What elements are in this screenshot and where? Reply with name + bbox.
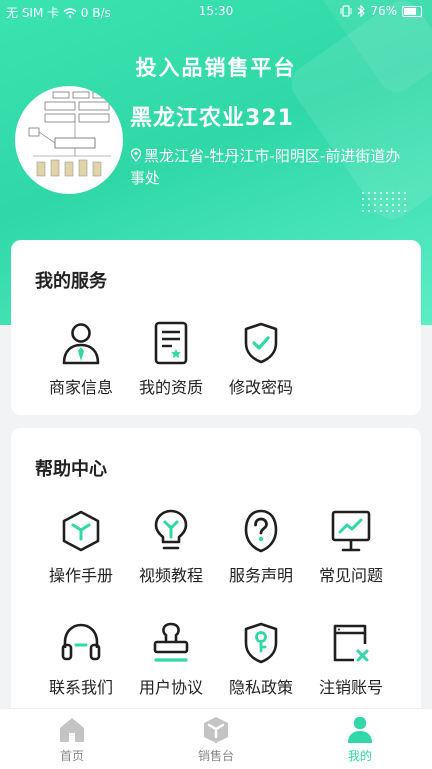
help-item-service-statement[interactable]: 服务声明 — [216, 508, 306, 586]
merchant-person-icon — [62, 323, 100, 365]
service-item-merchant-info[interactable]: 商家信息 — [36, 320, 126, 398]
help-item-faq[interactable]: 常见问题 — [306, 508, 396, 586]
my-services-title: 我的服务 — [35, 271, 107, 292]
help-item-label: 注销账号 — [318, 678, 383, 697]
help-item-contact-us[interactable]: 联系我们 — [36, 620, 126, 698]
status-right: 76% — [340, 4, 422, 18]
help-center-title: 帮助中心 — [35, 459, 107, 480]
lightbulb-icon — [154, 509, 188, 550]
window-close-icon — [333, 624, 369, 662]
status-bar: 无 SIM 卡 0 B/s 15:30 76% — [0, 0, 432, 24]
help-item-user-agreement[interactable]: 用户协议 — [126, 620, 216, 698]
help-item-video-tutorial[interactable]: 视频教程 — [126, 508, 216, 586]
tab-mine[interactable]: 我的 — [315, 715, 405, 764]
tab-label: 我的 — [347, 749, 372, 763]
help-item-label: 联系我们 — [48, 678, 113, 697]
help-item-label: 常见问题 — [318, 566, 383, 585]
service-item-change-password[interactable]: 修改密码 — [216, 320, 306, 398]
help-item-privacy-policy[interactable]: 隐私政策 — [216, 620, 306, 698]
shield-key-icon — [244, 622, 278, 664]
network-diagram-image — [28, 91, 111, 177]
company-address: 黑龙江省-牡丹江市-阳明区-前进街道办事处 — [130, 145, 415, 189]
cube-icon — [62, 510, 100, 552]
help-item-label: 服务声明 — [228, 566, 293, 585]
stamp-icon — [153, 622, 189, 662]
certificate-doc-icon — [154, 321, 188, 365]
headset-icon — [61, 623, 101, 661]
company-name: 黑龙江农业321 — [130, 106, 294, 131]
tab-sales[interactable]: 销售台 — [171, 715, 261, 764]
help-item-label: 操作手册 — [48, 566, 113, 585]
service-item-qualification[interactable]: 我的资质 — [126, 320, 216, 398]
service-item-label: 我的资质 — [138, 378, 203, 397]
tab-label: 销售台 — [197, 749, 234, 763]
question-shield-icon — [244, 509, 278, 553]
help-item-label: 隐私政策 — [228, 678, 293, 697]
chart-board-icon — [331, 510, 371, 552]
battery-icon — [402, 5, 422, 17]
vibrate-icon — [340, 5, 352, 17]
battery-percent: 76% — [370, 4, 397, 18]
page-title: 投入品销售平台 — [135, 56, 297, 80]
my-services-card: 我的服务 商家信息 我的资质 修改密码 — [11, 240, 421, 415]
tab-home[interactable]: 首页 — [27, 715, 117, 764]
help-item-manual[interactable]: 操作手册 — [36, 508, 126, 586]
bottom-tab-bar: 首页 销售台 我的 — [0, 708, 432, 769]
location-pin-icon — [130, 148, 142, 162]
company-avatar[interactable] — [15, 86, 123, 194]
bluetooth-icon — [357, 5, 366, 17]
home-icon — [60, 718, 84, 742]
help-item-delete-account[interactable]: 注销账号 — [306, 620, 396, 698]
service-item-label: 商家信息 — [48, 378, 113, 397]
shield-check-icon — [244, 322, 278, 364]
help-item-label: 视频教程 — [138, 566, 203, 585]
dot-pattern-decoration — [360, 190, 408, 212]
address-text: 黑龙江省-牡丹江市-阳明区-前进街道办事处 — [130, 147, 401, 187]
help-center-card: 帮助中心 操作手册 视频教程 服务声明 常见问题 联系我们 用户协议 隐私政策 … — [11, 428, 421, 720]
user-icon — [348, 717, 372, 743]
service-item-label: 修改密码 — [228, 378, 293, 397]
help-item-label: 用户协议 — [138, 678, 203, 697]
tab-label: 首页 — [59, 749, 84, 763]
box-icon — [204, 717, 228, 743]
